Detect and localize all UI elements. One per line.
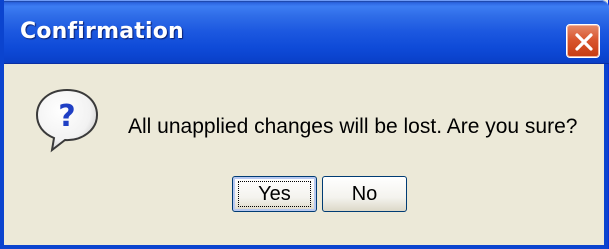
yes-button-label: Yes	[258, 183, 291, 205]
window-frame-right	[604, 64, 608, 249]
dialog-body: ? All unapplied changes will be lost. Ar…	[0, 65, 608, 249]
close-icon	[575, 33, 593, 51]
window-title: Confirmation	[20, 19, 184, 44]
title-bar[interactable]: Confirmation	[0, 0, 609, 64]
window-frame-bottom	[0, 245, 608, 249]
confirmation-message: All unapplied changes will be lost. Are …	[128, 115, 578, 138]
question-icon: ?	[35, 88, 99, 153]
yes-button[interactable]: Yes	[232, 176, 317, 212]
svg-text:?: ?	[58, 99, 75, 134]
no-button-label: No	[351, 183, 378, 205]
close-button[interactable]	[566, 24, 600, 58]
confirmation-dialog: Confirmation ? All unapplied changes wil…	[0, 0, 609, 249]
window-frame-left	[0, 0, 4, 249]
no-button[interactable]: No	[322, 176, 407, 212]
